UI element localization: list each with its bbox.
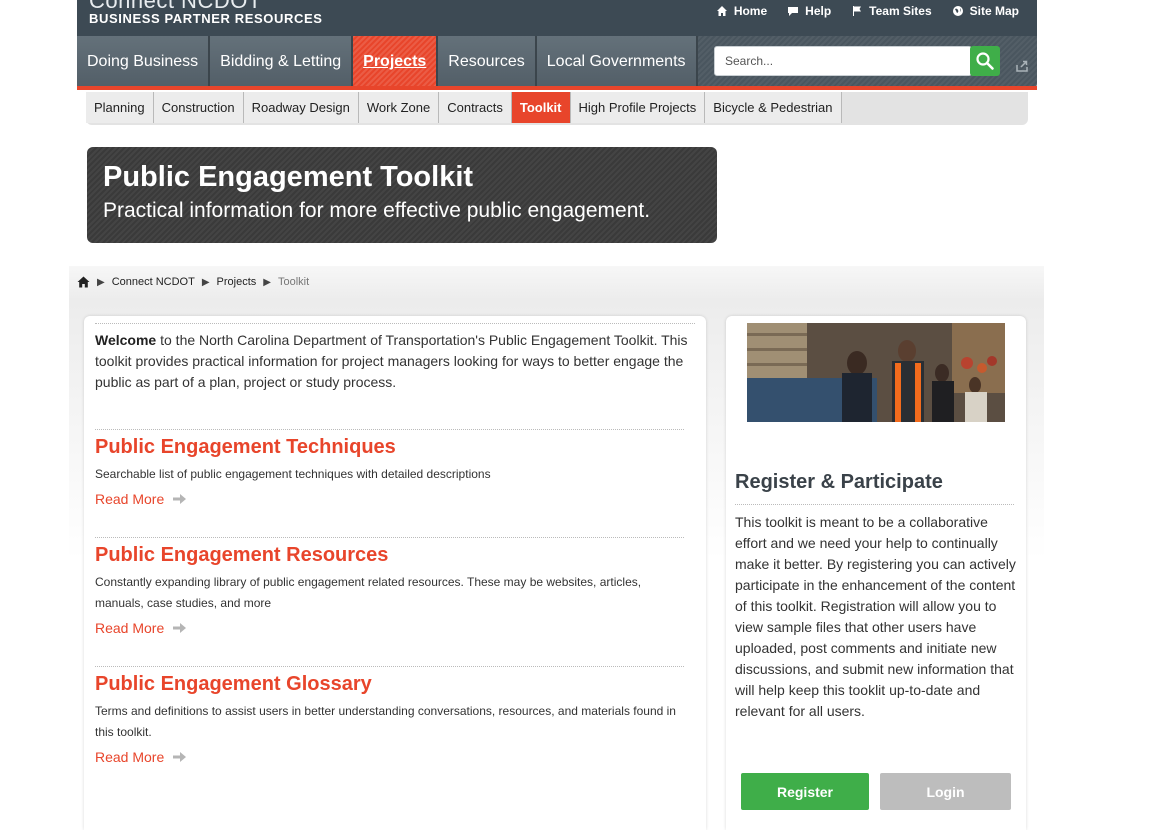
read-more-label: Read More <box>95 749 165 765</box>
read-more-resources-link[interactable]: Read More <box>95 620 187 636</box>
welcome-bold: Welcome <box>95 332 157 348</box>
section-title-techniques[interactable]: Public Engagement Techniques <box>95 434 685 460</box>
register-button[interactable]: Register <box>741 773 869 810</box>
sidebar-text: This toolkit is meant to be a collaborat… <box>735 514 1016 719</box>
site-map-link-label: Site Map <box>969 4 1019 18</box>
home-icon[interactable] <box>77 276 90 288</box>
subnav-bicycle-pedestrian[interactable]: Bicycle & Pedestrian <box>705 92 842 123</box>
nav-local-governments[interactable]: Local Governments <box>536 36 698 88</box>
team-sites-link-label: Team Sites <box>869 4 932 18</box>
section-resources: Public Engagement Resources Constantly e… <box>95 537 685 636</box>
subnav-construction[interactable]: Construction <box>153 92 244 123</box>
read-more-glossary-link[interactable]: Read More <box>95 749 187 765</box>
top-header: Connect NCDOT BUSINESS PARTNER RESOURCES… <box>77 0 1037 37</box>
help-bubble-icon <box>788 7 799 16</box>
help-link[interactable]: Help <box>787 4 831 18</box>
section-description-glossary: Terms and definitions to assist users in… <box>95 704 676 739</box>
site-map-link[interactable]: Site Map <box>952 4 1019 18</box>
arrow-right-icon <box>173 623 187 633</box>
section-techniques: Public Engagement Techniques Searchable … <box>95 429 685 507</box>
divider <box>95 429 684 430</box>
home-link-label: Home <box>733 4 768 18</box>
breadcrumb: ▶ Connect NCDOT ▶ Projects ▶ Toolkit <box>77 276 309 288</box>
team-sites-link[interactable]: Team Sites <box>851 4 932 18</box>
divider <box>95 537 684 538</box>
breadcrumb-separator-icon: ▶ <box>263 276 271 288</box>
home-icon <box>716 6 727 16</box>
globe-icon <box>952 6 963 16</box>
read-more-label: Read More <box>95 620 165 636</box>
welcome-text: to the North Carolina Department of Tran… <box>95 332 688 390</box>
main-navigation: Doing Business Bidding & Letting Project… <box>77 36 1037 88</box>
divider <box>735 504 1014 505</box>
divider <box>95 323 695 324</box>
breadcrumb-separator-icon: ▶ <box>97 276 105 288</box>
section-glossary: Public Engagement Glossary Terms and def… <box>95 666 685 765</box>
subnav-roadway-design[interactable]: Roadway Design <box>243 92 359 123</box>
sub-nav-items: Planning Construction Roadway Design Wor… <box>86 92 1028 123</box>
subnav-planning[interactable]: Planning <box>86 92 154 123</box>
divider <box>95 666 684 667</box>
photo-illustration <box>747 323 1005 422</box>
breadcrumb-connect-ncdot[interactable]: Connect NCDOT <box>112 276 195 288</box>
nav-doing-business[interactable]: Doing Business <box>77 36 211 88</box>
login-button[interactable]: Login <box>880 773 1011 810</box>
utility-links: Home Help Team Sites Site Map <box>716 4 1019 18</box>
sub-navigation: Planning Construction Roadway Design Wor… <box>86 92 1028 125</box>
subnav-work-zone[interactable]: Work Zone <box>358 92 440 123</box>
nav-projects[interactable]: Projects <box>353 36 439 88</box>
site-logo-subtitle[interactable]: BUSINESS PARTNER RESOURCES <box>89 11 323 26</box>
section-description-resources: Constantly expanding library of public e… <box>95 575 642 610</box>
section-title-glossary[interactable]: Public Engagement Glossary <box>95 671 685 697</box>
flag-icon <box>853 6 862 16</box>
nav-accent-stripe <box>77 86 1037 90</box>
page-banner: Public Engagement Toolkit Practical info… <box>87 147 717 243</box>
breadcrumb-current: Toolkit <box>278 276 310 288</box>
subnav-toolkit[interactable]: Toolkit <box>511 92 571 123</box>
read-more-techniques-link[interactable]: Read More <box>95 491 187 507</box>
search-input[interactable] <box>714 46 972 76</box>
subnav-contracts[interactable]: Contracts <box>439 92 512 123</box>
sidebar-title: Register & Participate <box>735 471 943 493</box>
search-icon <box>976 52 994 70</box>
read-more-label: Read More <box>95 491 165 507</box>
main-nav-items: Doing Business Bidding & Letting Project… <box>77 36 698 88</box>
home-link[interactable]: Home <box>716 4 767 18</box>
breadcrumb-bar: ▶ Connect NCDOT ▶ Projects ▶ Toolkit <box>69 266 1044 300</box>
arrow-right-icon <box>173 494 187 504</box>
nav-resources[interactable]: Resources <box>438 36 537 88</box>
search-button[interactable] <box>970 46 1000 76</box>
community-photo <box>747 323 1005 422</box>
breadcrumb-separator-icon: ▶ <box>201 276 210 288</box>
section-description-techniques: Searchable list of public engagement tec… <box>95 467 491 481</box>
share-icon[interactable] <box>1015 59 1029 73</box>
subnav-high-profile-projects[interactable]: High Profile Projects <box>570 92 706 123</box>
arrow-right-icon <box>173 752 187 762</box>
breadcrumb-projects[interactable]: Projects <box>217 276 257 288</box>
main-content-panel: Welcome to the North Carolina Department… <box>84 316 706 830</box>
page-title: Public Engagement Toolkit <box>103 161 474 193</box>
welcome-paragraph: Welcome to the North Carolina Department… <box>95 330 695 393</box>
nav-bidding-letting[interactable]: Bidding & Letting <box>210 36 354 88</box>
sidebar-panel: Register & Participate This toolkit is m… <box>726 316 1026 830</box>
section-title-resources[interactable]: Public Engagement Resources <box>95 542 685 568</box>
page-subtitle: Practical information for more effective… <box>103 199 651 222</box>
help-link-label: Help <box>805 4 832 18</box>
